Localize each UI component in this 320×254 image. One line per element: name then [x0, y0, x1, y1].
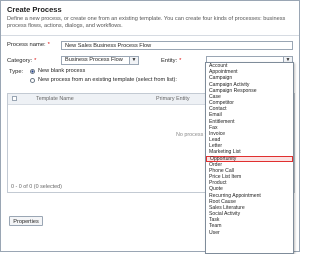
process-name-label: Process name: *	[7, 42, 50, 48]
entity-dropdown-list[interactable]: Account Appointment Campaign Campaign Ac…	[205, 62, 294, 254]
chevron-down-icon[interactable]: ▼	[129, 57, 138, 64]
properties-button[interactable]: Properties	[9, 216, 43, 226]
select-all-checkbox[interactable]	[12, 96, 17, 101]
radio-label-new-blank: New blank process	[38, 68, 86, 74]
entity-option[interactable]: User	[206, 230, 293, 236]
radio-new-blank-process[interactable]	[30, 69, 35, 74]
dialog-description: Define a new process, or create one from…	[7, 16, 286, 30]
entity-label-text: Entity:	[161, 58, 178, 64]
category-select-value: Business Process Flow	[65, 57, 123, 63]
process-name-label-text: Process name:	[7, 42, 46, 48]
entity-label: Entity: *	[161, 58, 181, 64]
column-template-name[interactable]: Template Name	[36, 96, 74, 102]
column-primary-entity[interactable]: Primary Entity	[156, 96, 190, 102]
required-mark: *	[34, 58, 37, 64]
type-label: Type:	[9, 69, 24, 75]
required-mark: *	[179, 58, 182, 64]
category-label: Category: *	[7, 58, 36, 64]
grid-record-count: 0 - 0 of 0 (0 selected)	[11, 184, 62, 190]
category-select[interactable]: Business Process Flow ▼	[61, 56, 139, 65]
required-mark: *	[47, 42, 50, 48]
category-label-text: Category:	[7, 58, 33, 64]
process-name-input[interactable]: New Sales Business Process Flow	[61, 41, 293, 50]
radio-label-from-template: New process from an existing template (s…	[38, 77, 177, 83]
header-divider	[1, 35, 299, 36]
dialog-title: Create Process	[7, 5, 62, 14]
radio-from-template[interactable]	[30, 78, 35, 83]
